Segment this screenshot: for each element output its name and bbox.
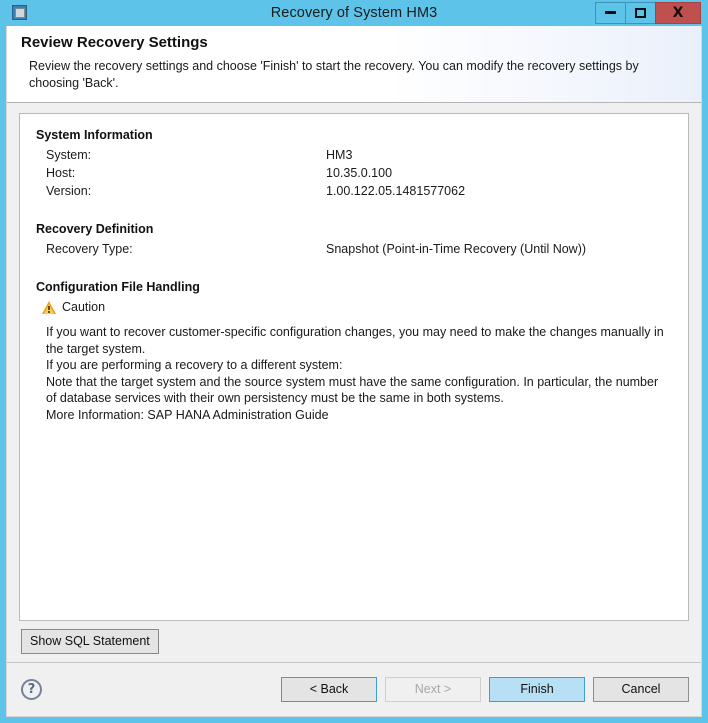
help-icon[interactable]: ? — [21, 679, 42, 700]
dialog-window: Recovery of System HM3 X Review Recovery… — [0, 0, 708, 723]
section-recovery-definition: Recovery Definition Recovery Type: Snaps… — [36, 222, 672, 258]
value-host: 10.35.0.100 — [326, 166, 393, 180]
next-button: Next > — [385, 677, 481, 702]
section-title-recovery-definition: Recovery Definition — [36, 222, 154, 236]
table-row: Host: 10.35.0.100 — [36, 164, 465, 182]
show-sql-statement-button[interactable]: Show SQL Statement — [21, 629, 159, 654]
value-system: HM3 — [326, 148, 353, 162]
finish-button[interactable]: Finish — [489, 677, 585, 702]
dialog-footer: ? < Back Next > Finish Cancel — [7, 662, 701, 716]
section-title-system-information: System Information — [36, 128, 153, 142]
table-row: System: HM3 — [36, 146, 465, 164]
caution-line-2: If you are performing a recovery to a di… — [46, 358, 343, 372]
caution-row: Caution — [42, 300, 672, 314]
value-recovery-type: Snapshot (Point-in-Time Recovery (Until … — [326, 242, 587, 256]
sql-button-row: Show SQL Statement — [7, 621, 701, 662]
maximize-icon — [635, 8, 646, 18]
minimize-button[interactable] — [595, 2, 625, 24]
table-row: Version: 1.00.122.05.1481577062 — [36, 182, 465, 200]
window-controls: X — [595, 2, 701, 24]
dialog-body: Review Recovery Settings Review the reco… — [6, 26, 702, 717]
system-information-table: System: HM3 Host: 10.35.0.100 Version: 1… — [36, 146, 465, 200]
close-button[interactable]: X — [655, 2, 701, 24]
minimize-icon — [605, 10, 616, 14]
section-system-information: System Information System: HM3 Host: 10.… — [36, 128, 672, 200]
warning-triangle-icon — [42, 300, 56, 314]
label-version: Version: — [46, 184, 92, 198]
wizard-header: Review Recovery Settings Review the reco… — [7, 26, 701, 103]
page-description: Review the recovery settings and choose … — [29, 59, 639, 90]
app-window-icon — [12, 5, 28, 21]
section-configuration-file-handling: Configuration File Handling Caution If y… — [36, 280, 672, 423]
settings-panel: System Information System: HM3 Host: 10.… — [19, 113, 689, 621]
table-row: Recovery Type: Snapshot (Point-in-Time R… — [36, 240, 586, 258]
cancel-button[interactable]: Cancel — [593, 677, 689, 702]
caution-line-3: Note that the target system and the sour… — [46, 374, 659, 406]
value-version: 1.00.122.05.1481577062 — [326, 184, 466, 198]
label-recovery-type: Recovery Type: — [46, 242, 133, 256]
section-title-configuration-file-handling: Configuration File Handling — [36, 280, 200, 294]
title-bar: Recovery of System HM3 X — [6, 0, 702, 26]
label-system: System: — [46, 148, 92, 162]
content-wrapper: System Information System: HM3 Host: 10.… — [7, 103, 701, 621]
recovery-definition-table: Recovery Type: Snapshot (Point-in-Time R… — [36, 240, 586, 258]
footer-buttons: < Back Next > Finish Cancel — [281, 677, 689, 702]
label-host: Host: — [46, 166, 76, 180]
caution-label: Caution — [62, 300, 106, 314]
caution-line-1: If you want to recover customer-specific… — [46, 325, 664, 356]
caution-line-4: More Information: SAP HANA Administratio… — [46, 407, 329, 422]
page-title: Review Recovery Settings — [21, 34, 208, 51]
caution-text: If you want to recover customer-specific… — [36, 324, 672, 423]
maximize-button[interactable] — [625, 2, 655, 24]
back-button[interactable]: < Back — [281, 677, 377, 702]
